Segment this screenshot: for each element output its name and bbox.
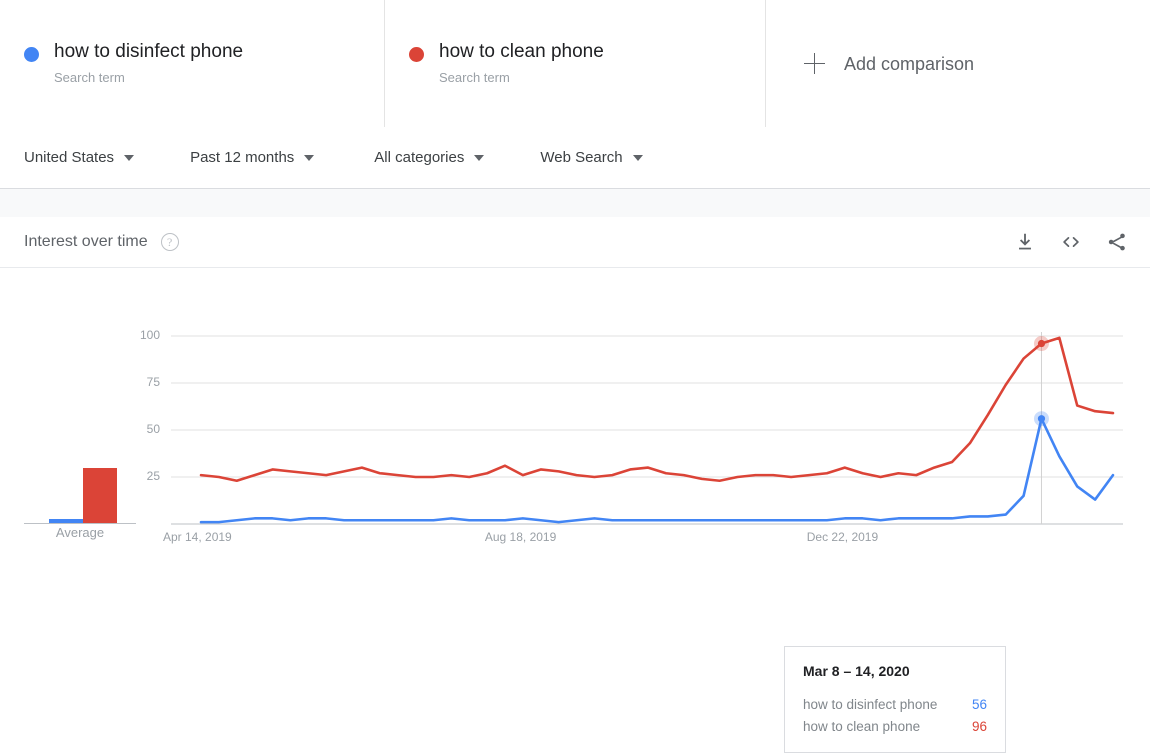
- add-comparison-label: Add comparison: [844, 53, 975, 74]
- series-color-dot-0: [24, 47, 39, 62]
- tooltip-date: Mar 8 – 14, 2020: [803, 663, 910, 679]
- plus-icon: [804, 52, 826, 75]
- filter-timerange-label: Past 12 months: [190, 149, 295, 166]
- help-icon[interactable]: ?: [160, 233, 179, 251]
- average-bar-1: [83, 468, 117, 523]
- y-axis-tick: 25: [146, 469, 160, 483]
- chevron-down-icon: [124, 154, 135, 161]
- share-icon[interactable]: [1106, 231, 1128, 253]
- search-term-card-0[interactable]: how to disinfect phone Search term: [0, 0, 385, 127]
- search-term-title-1: how to clean phone: [439, 41, 604, 62]
- tooltip-value-1: 96: [971, 719, 987, 734]
- chart-tooltip: Mar 8 – 14, 2020 how to disinfect phone …: [784, 646, 1006, 753]
- tooltip-label-0: how to disinfect phone: [803, 697, 938, 712]
- filter-search-type-label: Web Search: [540, 149, 623, 166]
- google-trends-page: how to disinfect phone Search term how t…: [0, 0, 1150, 753]
- x-axis-tick: Apr 14, 2019: [163, 530, 232, 544]
- chevron-down-icon: [474, 154, 485, 161]
- interest-over-time-header: Interest over time ?: [0, 217, 1150, 268]
- average-bar-0: [49, 519, 83, 523]
- search-term-card-1[interactable]: how to clean phone Search term: [385, 0, 766, 127]
- x-axis-tick: Aug 18, 2019: [484, 530, 557, 544]
- search-term-subtitle-1: Search term: [439, 70, 510, 85]
- chart-zone: Average 25 50 75 100 Apr 14, 2019 Aug 18, 20…: [0, 268, 1150, 753]
- search-term-title-0: how to disinfect phone: [54, 41, 244, 62]
- chevron-down-icon: [632, 154, 643, 161]
- filter-search-type[interactable]: Web Search: [540, 149, 643, 166]
- search-term-subtitle-0: Search term: [54, 70, 125, 85]
- average-label: Average: [55, 525, 105, 540]
- filter-location-label: United States: [24, 149, 115, 166]
- filter-category-label: All categories: [374, 149, 465, 166]
- section-spacer: [0, 189, 1150, 217]
- download-icon[interactable]: [1014, 231, 1036, 253]
- header-actions: [1014, 231, 1128, 253]
- y-axis-tick: 100: [139, 328, 160, 342]
- embed-code-icon[interactable]: [1060, 231, 1082, 253]
- filter-category[interactable]: All categories: [374, 149, 485, 166]
- filter-location[interactable]: United States: [24, 149, 135, 166]
- filter-timerange[interactable]: Past 12 months: [190, 149, 315, 166]
- search-terms-row: how to disinfect phone Search term how t…: [0, 0, 1150, 128]
- average-panel: Average: [0, 268, 160, 607]
- tooltip-label-1: how to clean phone: [803, 719, 921, 734]
- page-title: Interest over time: [24, 233, 148, 250]
- tooltip-row-0: how to disinfect phone 56: [803, 694, 987, 716]
- y-axis-tick: 50: [146, 422, 160, 436]
- add-comparison-button[interactable]: Add comparison: [766, 0, 1150, 127]
- tooltip-row-1: how to clean phone 96: [803, 716, 987, 738]
- y-axis-tick: 75: [146, 375, 160, 389]
- series-color-dot-1: [409, 47, 424, 62]
- tooltip-value-0: 56: [971, 697, 987, 712]
- interest-over-time-chart[interactable]: 25 50 75 100 Apr 14, 2019 Aug 18, 2019 Dec 22…: [140, 268, 1150, 607]
- chevron-down-icon: [304, 154, 315, 161]
- x-axis-tick: Dec 22, 2019: [806, 530, 879, 544]
- filter-bar: United States Past 12 months All categor…: [0, 127, 1150, 189]
